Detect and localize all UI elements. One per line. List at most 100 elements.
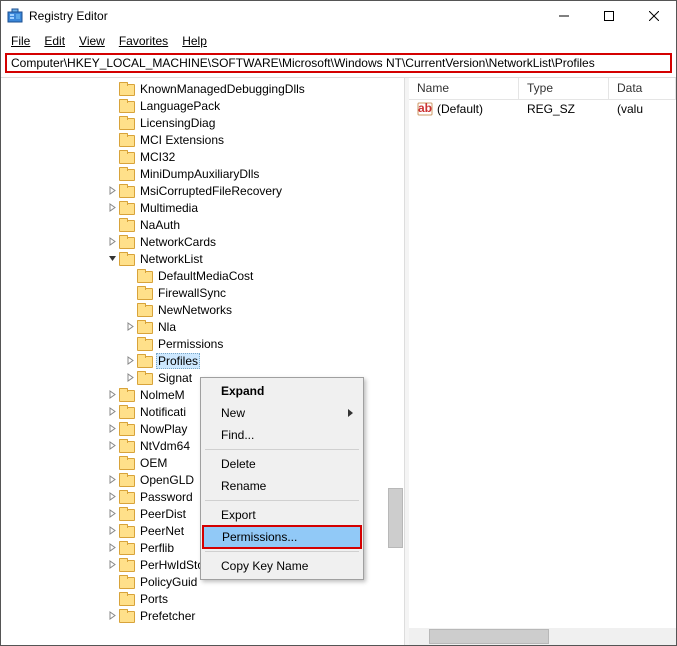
- tree-item-label: Password: [138, 490, 195, 504]
- expander-empty: [105, 99, 119, 113]
- cm-expand[interactable]: Expand: [203, 380, 361, 402]
- chevron-right-icon[interactable]: [105, 388, 119, 402]
- chevron-right-icon[interactable]: [105, 405, 119, 419]
- tree-item[interactable]: Permissions: [1, 335, 404, 352]
- folder-icon: [119, 558, 135, 572]
- menu-file[interactable]: File: [5, 33, 36, 49]
- menu-edit[interactable]: Edit: [38, 33, 71, 49]
- chevron-right-icon[interactable]: [105, 507, 119, 521]
- list-hscrollbar[interactable]: [409, 628, 676, 645]
- chevron-right-icon[interactable]: [105, 439, 119, 453]
- chevron-right-icon[interactable]: [105, 184, 119, 198]
- chevron-right-icon[interactable]: [105, 490, 119, 504]
- context-menu: Expand New Find... Delete Rename Export …: [200, 377, 364, 580]
- tree-item[interactable]: NaAuth: [1, 216, 404, 233]
- tree-item[interactable]: NewNetworks: [1, 301, 404, 318]
- list-header: Name Type Data: [409, 78, 676, 100]
- folder-icon: [119, 235, 135, 249]
- folder-icon: [119, 592, 135, 606]
- list-row[interactable]: ab (Default) REG_SZ (valu: [409, 100, 676, 118]
- col-data[interactable]: Data: [609, 78, 676, 99]
- tree-item[interactable]: MCI32: [1, 148, 404, 165]
- tree-item-label: NtVdm64: [138, 439, 192, 453]
- tree-item[interactable]: NetworkList: [1, 250, 404, 267]
- cm-separator: [205, 551, 359, 552]
- chevron-right-icon[interactable]: [105, 201, 119, 215]
- tree-item-label: PeerNet: [138, 524, 186, 538]
- tree-item-label: DefaultMediaCost: [156, 269, 255, 283]
- maximize-button[interactable]: [586, 1, 631, 31]
- folder-icon: [119, 133, 135, 147]
- tree-item-label: Nla: [156, 320, 178, 334]
- chevron-right-icon[interactable]: [105, 524, 119, 538]
- menu-favorites[interactable]: Favorites: [113, 33, 174, 49]
- chevron-right-icon[interactable]: [105, 473, 119, 487]
- cm-copy-key-name[interactable]: Copy Key Name: [203, 555, 361, 577]
- menu-view[interactable]: View: [73, 33, 111, 49]
- tree-item-label: Signat: [156, 371, 194, 385]
- chevron-right-icon[interactable]: [105, 609, 119, 623]
- titlebar[interactable]: Registry Editor: [1, 1, 676, 31]
- tree-item-label: Notificati: [138, 405, 188, 419]
- chevron-down-icon[interactable]: [105, 252, 119, 266]
- chevron-right-icon[interactable]: [105, 235, 119, 249]
- folder-icon: [119, 473, 135, 487]
- expander-empty: [123, 303, 137, 317]
- tree-item[interactable]: KnownManagedDebuggingDlls: [1, 80, 404, 97]
- address-input[interactable]: Computer\HKEY_LOCAL_MACHINE\SOFTWARE\Mic…: [5, 53, 672, 73]
- chevron-right-icon[interactable]: [105, 558, 119, 572]
- tree-item-label: NetworkCards: [138, 235, 218, 249]
- folder-icon: [119, 456, 135, 470]
- expander-empty: [123, 337, 137, 351]
- tree-item-label: LicensingDiag: [138, 116, 217, 130]
- expander-empty: [105, 133, 119, 147]
- folder-icon: [119, 422, 135, 436]
- folder-icon: [119, 490, 135, 504]
- cm-export[interactable]: Export: [203, 504, 361, 526]
- tree-item[interactable]: Nla: [1, 318, 404, 335]
- tree-scrollbar-thumb[interactable]: [388, 488, 403, 548]
- expander-empty: [123, 269, 137, 283]
- list-hscroll-thumb[interactable]: [429, 629, 549, 644]
- tree-item-label: FirewallSync: [156, 286, 228, 300]
- cm-rename[interactable]: Rename: [203, 475, 361, 497]
- tree-item[interactable]: Ports: [1, 590, 404, 607]
- col-type[interactable]: Type: [519, 78, 609, 99]
- tree-item[interactable]: DefaultMediaCost: [1, 267, 404, 284]
- tree-item[interactable]: NetworkCards: [1, 233, 404, 250]
- tree-item[interactable]: Prefetcher: [1, 607, 404, 624]
- chevron-right-icon[interactable]: [123, 320, 137, 334]
- minimize-button[interactable]: [541, 1, 586, 31]
- tree-item-label: OpenGLD: [138, 473, 196, 487]
- chevron-right-icon[interactable]: [105, 422, 119, 436]
- cm-new[interactable]: New: [203, 402, 361, 424]
- close-button[interactable]: [631, 1, 676, 31]
- tree-item[interactable]: MiniDumpAuxiliaryDlls: [1, 165, 404, 182]
- tree-item[interactable]: MsiCorruptedFileRecovery: [1, 182, 404, 199]
- chevron-right-icon[interactable]: [123, 371, 137, 385]
- tree-item[interactable]: MCI Extensions: [1, 131, 404, 148]
- folder-icon: [137, 303, 153, 317]
- menubar: File Edit View Favorites Help: [1, 31, 676, 51]
- tree-item-label: OEM: [138, 456, 169, 470]
- folder-icon: [137, 337, 153, 351]
- tree-item[interactable]: FirewallSync: [1, 284, 404, 301]
- cm-permissions[interactable]: Permissions...: [202, 525, 362, 549]
- cm-delete[interactable]: Delete: [203, 453, 361, 475]
- col-name[interactable]: Name: [409, 78, 519, 99]
- tree-item-label: MCI32: [138, 150, 177, 164]
- list-pane[interactable]: Name Type Data ab (Default) REG_SZ (valu: [409, 78, 676, 645]
- tree-item[interactable]: LicensingDiag: [1, 114, 404, 131]
- tree-item[interactable]: LanguagePack: [1, 97, 404, 114]
- menu-help[interactable]: Help: [176, 33, 213, 49]
- folder-icon: [119, 252, 135, 266]
- tree-item-label: Permissions: [156, 337, 225, 351]
- tree-item[interactable]: Profiles: [1, 352, 404, 369]
- expander-empty: [105, 167, 119, 181]
- string-value-icon: ab: [417, 102, 433, 116]
- cm-find[interactable]: Find...: [203, 424, 361, 446]
- chevron-right-icon[interactable]: [123, 354, 137, 368]
- tree-item[interactable]: Multimedia: [1, 199, 404, 216]
- chevron-right-icon[interactable]: [105, 541, 119, 555]
- value-name: (Default): [437, 102, 483, 116]
